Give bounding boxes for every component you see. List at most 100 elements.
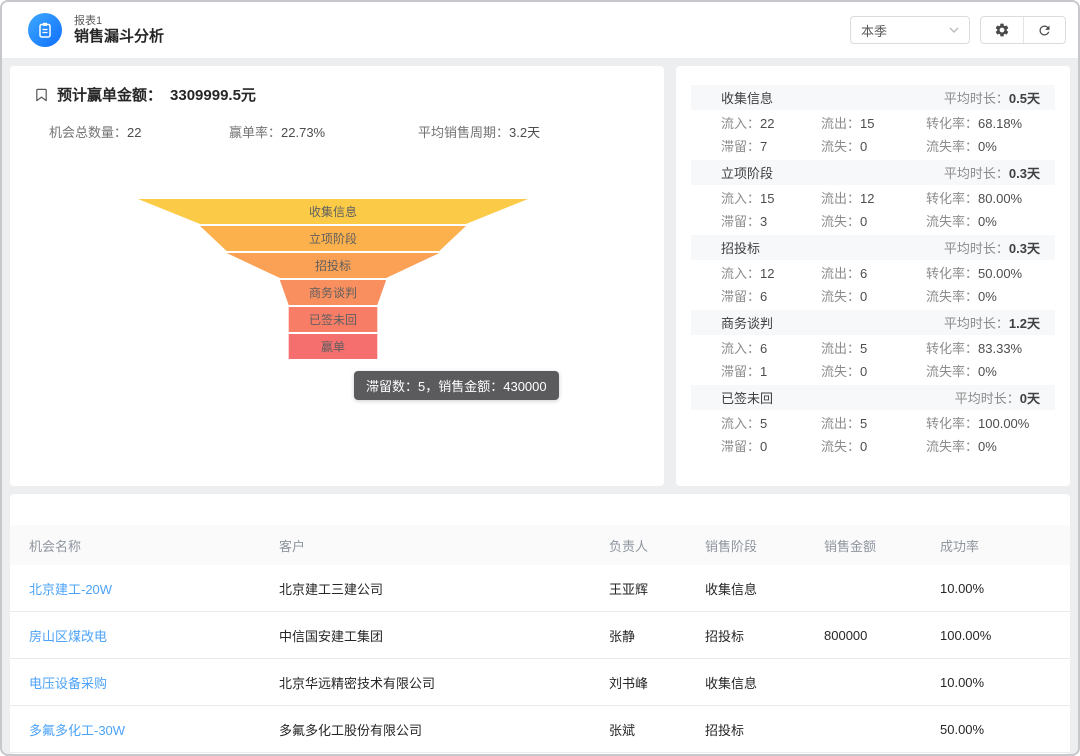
report-icon xyxy=(28,13,62,47)
metric-label: 流出： xyxy=(821,341,860,356)
metric-label: 流失率： xyxy=(926,214,978,229)
metric-label: 流失： xyxy=(821,364,860,379)
table-row[interactable]: 多氟多化工-30W多氟多化工股份有限公司张斌招投标50.00% xyxy=(10,706,1070,753)
metric-value: 50.00% xyxy=(978,266,1022,281)
metric-label: 流失： xyxy=(821,289,860,304)
stage-section: 已签未回平均时长：0天流入：5流出：5转化率：100.00%滞留：0流失：0流失… xyxy=(691,385,1055,460)
metric: 转化率：80.00% xyxy=(926,187,1055,210)
stage-section: 商务谈判平均时长：1.2天流入：6流出：5转化率：83.33%滞留：1流失：0流… xyxy=(691,310,1055,385)
stat-item: 赢单率：22.73% xyxy=(229,122,418,141)
stage-metrics: 流入：5流出：5转化率：100.00%滞留：0流失：0流失率：0% xyxy=(691,410,1055,460)
table-header-cell: 客户 xyxy=(279,536,609,555)
metric: 流出：6 xyxy=(821,262,926,285)
metric-value: 0% xyxy=(978,214,997,229)
table-cell: 50.00% xyxy=(940,722,1070,737)
metric: 滞留：1 xyxy=(721,360,821,383)
duration-value: 0.3天 xyxy=(1009,166,1040,181)
funnel-segment-label: 已签未回 xyxy=(309,312,357,327)
table-cell: 刘书峰 xyxy=(609,673,705,692)
metric: 流失：0 xyxy=(821,285,926,308)
stat-value: 22.73% xyxy=(281,125,325,140)
table-row[interactable]: 房山区煤改电中信国安建工集团张静招投标800000100.00% xyxy=(10,612,1070,659)
stat-item: 平均销售周期：3.2天 xyxy=(418,122,540,141)
metric: 流入：5 xyxy=(721,412,821,435)
metric-value: 12 xyxy=(760,266,774,281)
settings-button[interactable] xyxy=(981,17,1023,43)
metric: 流失率：0% xyxy=(926,135,1055,158)
metric-label: 流失： xyxy=(821,214,860,229)
stage-metrics-panel: 收集信息平均时长：0.5天流入：22流出：15转化率：68.18%滞留：7流失：… xyxy=(676,66,1070,486)
stage-section: 立项阶段平均时长：0.3天流入：15流出：12转化率：80.00%滞留：3流失：… xyxy=(691,160,1055,235)
table-cell: 张斌 xyxy=(609,720,705,739)
period-select[interactable]: 本季 xyxy=(850,16,970,44)
table-header-cell: 机会名称 xyxy=(29,536,279,555)
table-header-cell: 销售金额 xyxy=(824,536,940,555)
stage-duration: 平均时长：1.2天 xyxy=(944,313,1040,332)
refresh-button[interactable] xyxy=(1023,17,1065,43)
funnel-segment-label: 商务谈判 xyxy=(309,285,357,300)
stage-section: 收集信息平均时长：0.5天流入：22流出：15转化率：68.18%滞留：7流失：… xyxy=(691,85,1055,160)
bookmark-icon xyxy=(34,87,49,103)
opportunity-link[interactable]: 多氟多化工-30W xyxy=(29,720,279,739)
stage-duration: 平均时长：0.5天 xyxy=(944,88,1040,107)
header-button-group xyxy=(980,16,1066,44)
metric-value: 5 xyxy=(860,416,867,431)
metric-label: 流出： xyxy=(821,416,860,431)
duration-label: 平均时长： xyxy=(944,166,1009,181)
metric-label: 流失： xyxy=(821,139,860,154)
funnel-svg: 收集信息立项阶段招投标商务谈判已签未回赢单 xyxy=(10,199,664,364)
metric-label: 流失： xyxy=(821,439,860,454)
stage-section-header: 招投标平均时长：0.3天 xyxy=(691,235,1055,260)
metric: 滞留：6 xyxy=(721,285,821,308)
metric-label: 流入： xyxy=(721,116,760,131)
report-titles: 报表1 销售漏斗分析 xyxy=(74,14,164,46)
opportunity-link[interactable]: 北京建工-20W xyxy=(29,579,279,598)
funnel-panel: 预计赢单金额： 3309999.5元 机会总数量：22赢单率：22.73%平均销… xyxy=(10,66,664,486)
duration-value: 0.5天 xyxy=(1009,91,1040,106)
stage-section-header: 收集信息平均时长：0.5天 xyxy=(691,85,1055,110)
metric-value: 0 xyxy=(860,214,867,229)
stage-section: 招投标平均时长：0.3天流入：12流出：6转化率：50.00%滞留：6流失：0流… xyxy=(691,235,1055,310)
table-cell: 张静 xyxy=(609,626,705,645)
table-cell: 招投标 xyxy=(705,720,824,739)
metric-label: 流出： xyxy=(821,191,860,206)
metric-value: 7 xyxy=(760,139,767,154)
metric-value: 1 xyxy=(760,364,767,379)
metric: 流失：0 xyxy=(821,360,926,383)
stat-value: 3.2天 xyxy=(509,125,540,140)
table-cell: 10.00% xyxy=(940,581,1070,596)
metric-value: 100.00% xyxy=(978,416,1029,431)
metric: 流失：0 xyxy=(821,210,926,233)
opportunity-link[interactable]: 电压设备采购 xyxy=(29,673,279,692)
metric-label: 流入： xyxy=(721,341,760,356)
metric-label: 转化率： xyxy=(926,191,978,206)
table-row[interactable]: 北京建工-20W北京建工三建公司王亚辉收集信息10.00% xyxy=(10,565,1070,612)
table-cell: 王亚辉 xyxy=(609,579,705,598)
metric-label: 滞留： xyxy=(721,364,760,379)
metric-value: 0% xyxy=(978,439,997,454)
page-title: 销售漏斗分析 xyxy=(74,28,164,46)
metric-value: 6 xyxy=(860,266,867,281)
stage-duration: 平均时长：0.3天 xyxy=(944,238,1040,257)
metric-label: 滞留： xyxy=(721,139,760,154)
metric-label: 流失率： xyxy=(926,364,978,379)
metric: 流入：22 xyxy=(721,112,821,135)
table-header-cell: 销售阶段 xyxy=(705,536,824,555)
metric-label: 转化率： xyxy=(926,116,978,131)
metric-value: 5 xyxy=(860,341,867,356)
expected-win-value: 3309999.5元 xyxy=(170,84,256,105)
table-cell: 800000 xyxy=(824,628,940,643)
stat-label: 赢单率： xyxy=(229,125,281,140)
stage-metrics: 流入：6流出：5转化率：83.33%滞留：1流失：0流失率：0% xyxy=(691,335,1055,385)
metric: 转化率：100.00% xyxy=(926,412,1055,435)
metric-value: 22 xyxy=(760,116,774,131)
opportunity-link[interactable]: 房山区煤改电 xyxy=(29,626,279,645)
table-row[interactable]: 电压设备采购北京华远精密技术有限公司刘书峰收集信息10.00% xyxy=(10,659,1070,706)
metric-label: 滞留： xyxy=(721,439,760,454)
metric: 流出：5 xyxy=(821,412,926,435)
chevron-down-icon xyxy=(949,27,959,33)
funnel-tooltip: 滞留数：5，销售金额：430000 xyxy=(354,371,559,400)
metric: 滞留：0 xyxy=(721,435,821,458)
table-header-cell: 成功率 xyxy=(940,536,1070,555)
metric-value: 6 xyxy=(760,289,767,304)
